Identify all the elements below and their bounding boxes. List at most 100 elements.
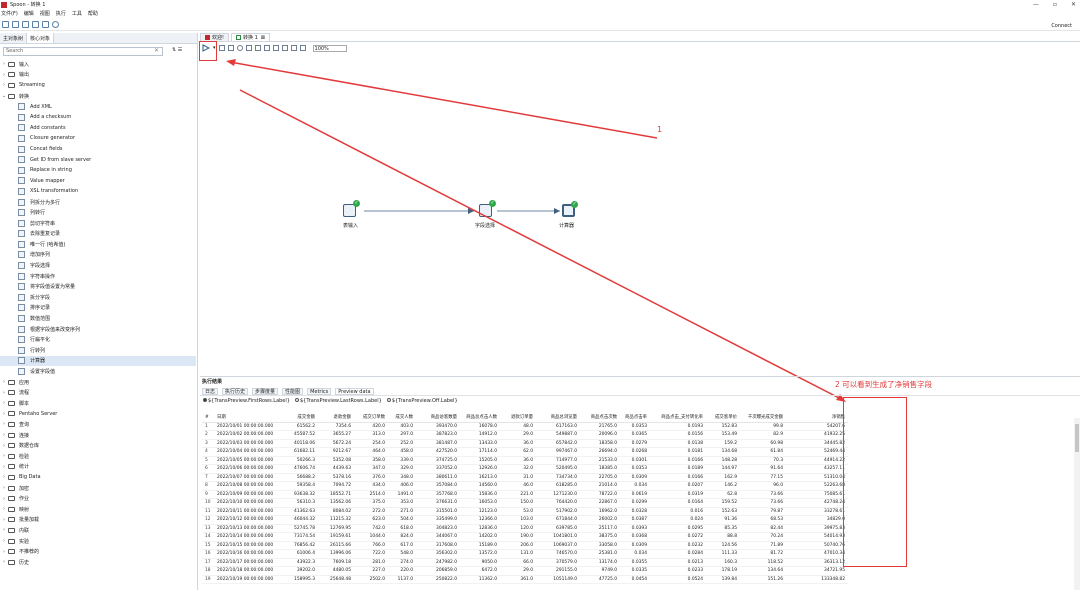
- connect-button[interactable]: Connect: [1051, 23, 1072, 29]
- tree-folder[interactable]: ⌄ 转换: [0, 91, 196, 102]
- step-calculator[interactable]: ✓: [562, 201, 578, 217]
- column-header[interactable]: 成交金额: [278, 413, 318, 423]
- sql-icon[interactable]: [281, 45, 288, 51]
- tree-step[interactable]: 字段选择: [0, 260, 196, 271]
- tree-step[interactable]: 增加序列: [0, 250, 196, 261]
- tab-welcome[interactable]: 欢迎!: [200, 33, 230, 41]
- tab-history[interactable]: 执行历史: [222, 387, 249, 395]
- tab-main-tree[interactable]: 主对象树: [0, 33, 28, 43]
- tree-folder[interactable]: › 作业: [0, 493, 196, 504]
- table-row[interactable]: 18 2022/10/18 00:00:00.000 39202.0 4480.05 2…: [202, 566, 848, 576]
- tree-folder[interactable]: › 实验: [0, 536, 196, 547]
- chevron-right-icon[interactable]: ›: [0, 485, 8, 491]
- debug-icon[interactable]: [245, 45, 252, 51]
- save-icon[interactable]: [32, 21, 39, 28]
- search-input[interactable]: Search: [3, 47, 163, 56]
- column-header[interactable]: 净销售: [786, 413, 848, 423]
- column-header[interactable]: 退款订单量: [500, 413, 536, 423]
- tab-metrics[interactable]: Metrics: [307, 387, 332, 395]
- tree-step[interactable]: 字符串操作: [0, 271, 196, 282]
- radio-first-rows[interactable]: ${TransPreview.FirstRows.Label}: [203, 398, 290, 404]
- chevron-right-icon[interactable]: ›: [0, 379, 8, 385]
- tree-step[interactable]: Add a checksum: [0, 112, 196, 123]
- pause-icon[interactable]: [218, 45, 225, 51]
- tab-step-metrics[interactable]: 步骤度量: [252, 387, 279, 395]
- tab-performance[interactable]: 性能图: [282, 387, 304, 395]
- table-row[interactable]: 7 2022/10/07 00:00:00.000 56688.2 5378.16 37…: [202, 473, 848, 482]
- tree-folder[interactable]: › 连接: [0, 430, 196, 441]
- table-row[interactable]: 13 2022/10/13 00:00:00.000 52745.78 12769.9…: [202, 524, 848, 533]
- tree-step[interactable]: Add constants: [0, 123, 196, 134]
- replay-icon[interactable]: [254, 45, 261, 51]
- column-header[interactable]: 商品总点击人数: [460, 413, 500, 423]
- tab-preview-data[interactable]: Preview data: [335, 387, 374, 395]
- tree-folder[interactable]: › 批量加载: [0, 515, 196, 526]
- tree-folder[interactable]: › Big Data: [0, 472, 196, 483]
- tree-folder[interactable]: › 历史: [0, 557, 196, 568]
- tree-step[interactable]: 行转列: [0, 345, 196, 356]
- column-header[interactable]: 商品总浏览量: [536, 413, 580, 423]
- tree-step[interactable]: XSL transformation: [0, 186, 196, 197]
- close-button[interactable]: ✕: [1071, 1, 1076, 8]
- tree-folder[interactable]: › 不推荐的: [0, 546, 196, 557]
- layers-icon[interactable]: [52, 21, 59, 28]
- tree-step[interactable]: 将字段值设置为常量: [0, 281, 196, 292]
- expand-collapse-icon[interactable]: ⇅ ☰: [172, 47, 182, 53]
- zoom-select[interactable]: 100%: [312, 44, 347, 52]
- chevron-right-icon[interactable]: ›: [0, 390, 8, 396]
- explore-repo-icon[interactable]: [22, 21, 29, 28]
- tree-folder[interactable]: › 输入: [0, 59, 196, 70]
- chevron-right-icon[interactable]: ›: [0, 82, 8, 88]
- maximize-button[interactable]: ▫: [1053, 1, 1057, 8]
- tree-step[interactable]: Closure generator: [0, 133, 196, 144]
- step-select-values[interactable]: ✓: [479, 200, 496, 217]
- tree-folder[interactable]: › 查询: [0, 419, 196, 430]
- column-header[interactable]: 日期: [214, 413, 278, 423]
- column-header[interactable]: 商品点击次数: [580, 413, 620, 423]
- column-header[interactable]: 成交客单价: [706, 413, 740, 423]
- radio-off[interactable]: ${TransPreview.Off.Label}: [386, 398, 458, 404]
- column-header[interactable]: #: [202, 413, 214, 423]
- table-row[interactable]: 5 2022/10/05 00:00:00.000 50266.3 5352.08 35…: [202, 456, 848, 465]
- tree-step[interactable]: Get ID from slave server: [0, 154, 196, 165]
- chevron-right-icon[interactable]: ›: [0, 496, 8, 502]
- clear-search-icon[interactable]: ✕: [154, 47, 159, 54]
- save-as-icon[interactable]: [42, 21, 49, 28]
- tree-step[interactable]: Add XML: [0, 101, 196, 112]
- tree-folder[interactable]: › 统计: [0, 462, 196, 473]
- transformation-canvas[interactable]: ✓ 表输入 ✓ 字段选择 ✓ 计算器: [200, 54, 1080, 374]
- chevron-right-icon[interactable]: ›: [0, 443, 8, 449]
- tree-step[interactable]: 唯一行 (哈希值): [0, 239, 196, 250]
- column-header[interactable]: 商品点击率: [620, 413, 650, 423]
- chevron-right-icon[interactable]: ›: [0, 464, 8, 470]
- menu-edit[interactable]: 编辑: [24, 10, 34, 17]
- tree-folder[interactable]: › 映射: [0, 504, 196, 515]
- explore-db-icon[interactable]: [290, 45, 297, 51]
- tree-step[interactable]: 排序记录: [0, 303, 196, 314]
- chevron-right-icon[interactable]: ›: [0, 411, 8, 417]
- table-row[interactable]: 2 2022/10/02 00:00:00.000 45587.52 3655.27 3…: [202, 430, 848, 440]
- tree-step[interactable]: Replace in string: [0, 165, 196, 176]
- chevron-down-icon[interactable]: ⌄: [0, 93, 8, 99]
- table-row[interactable]: 6 2022/10/06 00:00:00.000 47606.74 4439.63 3…: [202, 464, 848, 474]
- column-header[interactable]: 商品访客数量: [416, 413, 460, 423]
- tree-folder[interactable]: › 数据仓库: [0, 440, 196, 451]
- chevron-right-icon[interactable]: ›: [0, 517, 8, 523]
- show-results-icon[interactable]: [299, 45, 306, 51]
- table-row[interactable]: 16 2022/10/16 00:00:00.000 61006.4 13996.06…: [202, 549, 848, 559]
- chevron-right-icon[interactable]: ›: [0, 474, 8, 480]
- tree-step[interactable]: 设置字段值: [0, 366, 196, 377]
- chevron-right-icon[interactable]: ›: [0, 549, 8, 555]
- chevron-right-icon[interactable]: ›: [0, 559, 8, 565]
- tree-folder[interactable]: › 检验: [0, 451, 196, 462]
- tree-step[interactable]: 列转行: [0, 207, 196, 218]
- menu-run[interactable]: 执行: [56, 10, 66, 17]
- chevron-right-icon[interactable]: ›: [0, 400, 8, 406]
- table-row[interactable]: 17 2022/10/17 00:00:00.000 43922.3 7609.18 2…: [202, 558, 848, 567]
- radio-last-rows[interactable]: ${TransPreview.LastRows.Label}: [294, 398, 382, 404]
- tab-log[interactable]: 日志: [202, 387, 219, 395]
- tree-step[interactable]: 计算器: [0, 355, 196, 367]
- column-header[interactable]: 千次曝光成交金额: [740, 413, 786, 423]
- menu-view[interactable]: 视图: [40, 10, 50, 17]
- tree-folder[interactable]: › 脚本: [0, 398, 196, 409]
